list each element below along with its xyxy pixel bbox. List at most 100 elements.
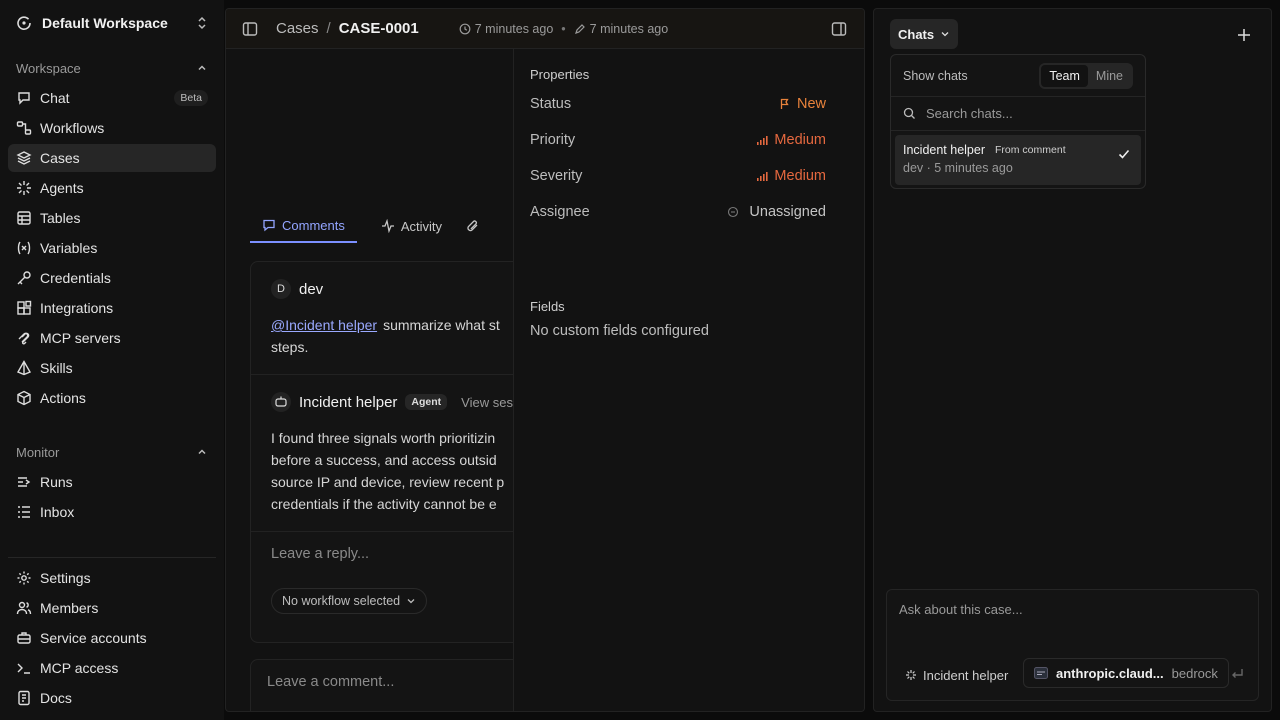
agent-badge: Agent xyxy=(405,394,448,410)
composer-input[interactable]: Ask about this case... xyxy=(899,602,1023,617)
comment-input[interactable]: Leave a comment... xyxy=(250,659,540,711)
priority-value[interactable]: Medium xyxy=(756,132,826,148)
sidebar-item-label: Integrations xyxy=(40,300,114,316)
signal-icon xyxy=(756,134,769,146)
bot-icon xyxy=(271,392,291,412)
nav-monitor: Runs Inbox xyxy=(8,468,216,528)
tab-activity[interactable]: Activity xyxy=(369,209,454,243)
inbox-icon xyxy=(16,504,32,520)
comment-author: D dev xyxy=(271,278,519,300)
show-chats-row: Show chats Team Mine xyxy=(891,55,1145,97)
sidebar-item-docs[interactable]: Docs xyxy=(8,684,216,712)
mention-link[interactable]: @Incident helper xyxy=(271,317,377,333)
agent-select[interactable]: Incident helper xyxy=(899,662,1014,688)
sidebar-item-label: Chat xyxy=(40,90,70,106)
send-icon[interactable] xyxy=(1229,666,1245,682)
sidebar-item-label: MCP servers xyxy=(40,330,121,346)
tab-comments[interactable]: Comments xyxy=(250,209,357,243)
comment-item-agent: Incident helper Agent View ses I found t… xyxy=(251,375,539,515)
search-placeholder: Search chats... xyxy=(926,106,1013,121)
sidebar-item-agents[interactable]: Agents xyxy=(8,174,216,202)
sidebar-item-label: Agents xyxy=(40,180,84,196)
workspace-name: Default Workspace xyxy=(42,15,168,31)
variable-icon xyxy=(16,240,32,256)
sidebar-item-members[interactable]: Members xyxy=(8,594,216,622)
flag-icon xyxy=(779,98,791,110)
sidebar-item-workflows[interactable]: Workflows xyxy=(8,114,216,142)
sidebar-toggle-icon[interactable] xyxy=(242,21,258,37)
sidebar-item-variables[interactable]: Variables xyxy=(8,234,216,262)
sidebar-item-label: Members xyxy=(40,600,99,616)
assignee-value[interactable]: Unassigned xyxy=(727,204,826,220)
prop-key: Status xyxy=(530,96,572,112)
sidebar-item-label: Workflows xyxy=(40,120,105,136)
workflow-select[interactable]: No workflow selected xyxy=(271,588,428,614)
model-select[interactable]: anthropic.claud... bedrock xyxy=(1023,658,1229,688)
workspace-switcher[interactable]: Default Workspace xyxy=(8,8,216,38)
sidebar-item-chat[interactable]: Chat Beta xyxy=(8,84,216,112)
toggle-mine[interactable]: Mine xyxy=(1088,65,1131,87)
sidebar-item-mcp-servers[interactable]: MCP servers xyxy=(8,324,216,352)
sidebar-item-integrations[interactable]: Integrations xyxy=(8,294,216,322)
sidebar-item-credentials[interactable]: Credentials xyxy=(8,264,216,292)
table-icon xyxy=(16,210,32,226)
sidebar-item-inbox[interactable]: Inbox xyxy=(8,498,216,526)
paperclip-icon xyxy=(466,219,480,233)
blocks-icon xyxy=(16,300,32,316)
sidebar-item-label: Cases xyxy=(40,150,80,166)
chats-dropdown-button[interactable]: Chats xyxy=(890,19,959,49)
gear-icon xyxy=(16,570,32,586)
status-value[interactable]: New xyxy=(779,96,826,112)
timestamps: 7 minutes ago • 7 minutes ago xyxy=(459,22,668,36)
sidebar-item-service-accounts[interactable]: Service accounts xyxy=(8,624,216,652)
chat-subtitle: dev · 5 minutes ago xyxy=(903,161,1013,175)
sidebar-item-runs[interactable]: Runs xyxy=(8,468,216,496)
new-chat-button[interactable] xyxy=(1234,25,1254,45)
comment-body: I found three signals worth prioritizin … xyxy=(271,427,519,515)
sidebar-item-skills[interactable]: Skills xyxy=(8,354,216,382)
sidebar-item-label: Skills xyxy=(40,360,73,376)
unassigned-icon xyxy=(727,206,739,218)
sidebar-item-label: Settings xyxy=(40,570,91,586)
chats-dropdown: Show chats Team Mine Search chats... Inc… xyxy=(890,54,1146,189)
tab-attachments[interactable] xyxy=(466,209,492,243)
briefcase-icon xyxy=(16,630,32,646)
severity-value[interactable]: Medium xyxy=(756,168,826,184)
section-workspace[interactable]: Workspace xyxy=(16,58,208,78)
chat-search[interactable]: Search chats... xyxy=(891,97,1145,131)
sidebar-item-label: Service accounts xyxy=(40,630,147,646)
chat-list-item[interactable]: Incident helper From comment dev · 5 min… xyxy=(895,135,1141,185)
sidebar-item-tables[interactable]: Tables xyxy=(8,204,216,232)
comment-item: D dev @Incident helper summarize what st … xyxy=(251,262,539,358)
sidebar-item-actions[interactable]: Actions xyxy=(8,384,216,412)
prop-key: Assignee xyxy=(530,204,590,220)
clock-icon xyxy=(459,23,471,35)
users-icon xyxy=(16,600,32,616)
fields-title: Fields xyxy=(530,299,565,314)
prop-severity[interactable]: Severity Medium xyxy=(530,164,826,188)
prop-status[interactable]: Status New xyxy=(530,92,826,116)
sidebar-item-label: MCP access xyxy=(40,660,119,676)
case-panel: Cases / CASE-0001 7 minutes ago • 7 minu… xyxy=(225,8,865,712)
chevron-up-icon xyxy=(196,62,208,74)
sidebar-item-label: Credentials xyxy=(40,270,111,286)
reply-input[interactable]: Leave a reply... xyxy=(251,532,539,576)
toggle-team[interactable]: Team xyxy=(1041,64,1088,87)
sidebar-item-settings[interactable]: Settings xyxy=(8,564,216,592)
panel-toggle-icon[interactable] xyxy=(831,21,847,37)
key-icon xyxy=(16,270,32,286)
check-icon xyxy=(1117,147,1131,161)
prop-assignee[interactable]: Assignee Unassigned xyxy=(530,200,826,224)
view-session-link[interactable]: View ses xyxy=(461,395,513,410)
nav-bottom: Settings Members Service accounts MCP ac… xyxy=(8,564,216,714)
breadcrumb-cases[interactable]: Cases xyxy=(276,20,319,37)
fields-empty-text: No custom fields configured xyxy=(530,323,709,339)
section-monitor-label: Monitor xyxy=(16,444,60,460)
sidebar-item-mcp-access[interactable]: MCP access xyxy=(8,654,216,682)
sidebar-item-cases[interactable]: Cases xyxy=(8,144,216,172)
workflow-select-label: No workflow selected xyxy=(282,594,401,608)
section-monitor[interactable]: Monitor xyxy=(16,442,208,462)
nav-workspace: Chat Beta Workflows Cases Agents Tables xyxy=(8,84,216,414)
prop-priority[interactable]: Priority Medium xyxy=(530,128,826,152)
chat-title: Incident helper xyxy=(903,143,986,157)
